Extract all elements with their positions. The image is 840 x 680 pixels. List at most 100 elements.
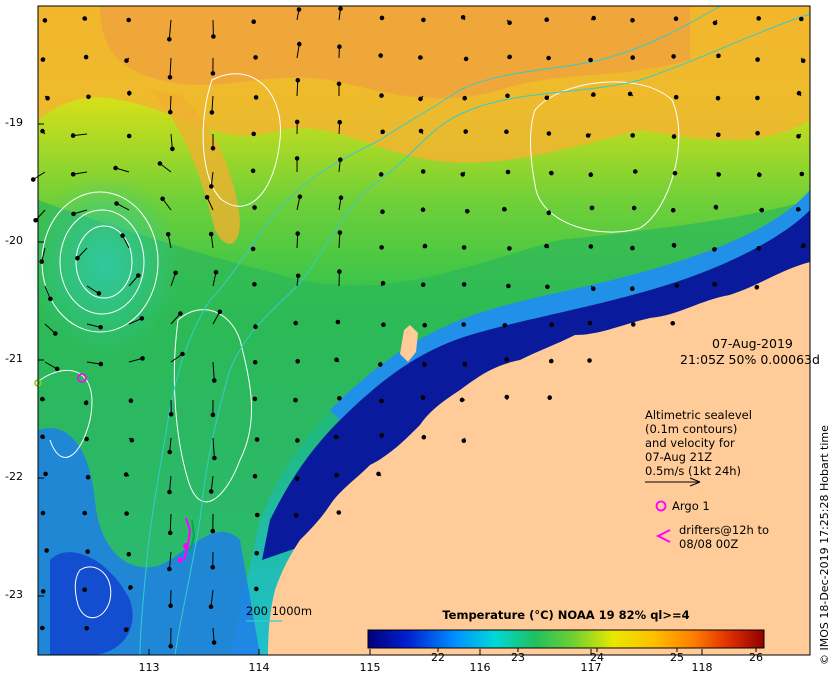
velocity-arrow-head: [418, 128, 424, 134]
velocity-arrow-head: [211, 34, 216, 39]
x-tick-label: 116: [469, 661, 491, 674]
velocity-arrow-head: [127, 90, 132, 96]
velocity-arrow-head: [549, 170, 554, 176]
velocity-arrow-head: [462, 361, 468, 367]
velocity-arrow-head: [294, 119, 300, 125]
legend-velocity-scale: 0.5m/s (1kt 24h): [645, 464, 742, 478]
velocity-arrow-head: [39, 625, 45, 631]
velocity-arrow-head: [507, 54, 513, 60]
velocity-arrow-head: [334, 357, 339, 363]
velocity-arrow-head: [713, 204, 719, 210]
velocity-arrow-head: [295, 231, 301, 236]
velocity-arrow-head: [716, 132, 721, 138]
velocity-arrow-head: [380, 129, 386, 135]
velocity-arrow-head: [40, 434, 45, 440]
velocity-arrow-head: [167, 566, 172, 572]
velocity-arrow-head: [507, 20, 512, 26]
velocity-arrow-head: [83, 400, 89, 406]
velocity-arrow-head: [334, 472, 339, 478]
drifter-point: [183, 543, 189, 549]
credit-text: © IMOS 18-Dec-2019 17:25:28 Hobart time: [818, 425, 831, 665]
velocity-arrow-head: [502, 206, 507, 212]
velocity-arrow-head: [379, 398, 384, 404]
y-tick-label: -21: [5, 352, 23, 365]
velocity-arrow-head: [120, 233, 125, 238]
velocity-arrow-head: [293, 397, 298, 403]
velocity-arrow-head: [799, 171, 805, 177]
velocity-arrow-head: [98, 325, 103, 330]
velocity-arrow-head: [756, 246, 762, 251]
velocity-arrow-head: [671, 134, 677, 139]
velocity-arrow-head: [380, 280, 386, 286]
velocity-arrow-head: [173, 270, 178, 276]
velocity-arrow-head: [70, 133, 76, 138]
velocity-arrow-head: [715, 95, 721, 101]
velocity-arrow-head: [40, 510, 46, 516]
legend-drifters-line1: drifters@12h to: [679, 523, 769, 537]
velocity-arrow-head: [43, 471, 48, 477]
velocity-arrow-head: [422, 243, 428, 249]
velocity-arrow-head: [217, 309, 223, 315]
velocity-arrow-head: [754, 285, 760, 290]
velocity-arrow-head: [209, 110, 215, 115]
velocity-arrow-head: [461, 245, 467, 250]
colorbar-title: Temperature (°C) NOAA 19 82% ql>=4: [442, 608, 690, 622]
velocity-arrow-head: [167, 37, 172, 42]
velocity-arrow-head: [673, 94, 679, 100]
velocity-arrow-head: [114, 201, 119, 206]
velocity-arrow-head: [128, 398, 134, 404]
velocity-arrow-head: [295, 273, 301, 279]
x-tick-label: 113: [138, 661, 160, 674]
velocity-arrow-head: [254, 512, 260, 518]
velocity-arrow-head: [591, 286, 596, 292]
velocity-arrow-head: [180, 351, 185, 357]
velocity-arrow-head: [504, 129, 509, 134]
velocity-arrow-head: [378, 53, 384, 58]
legend-argo-label: Argo 1: [672, 499, 710, 513]
velocity-arrow-head: [756, 16, 762, 21]
velocity-arrow-head: [631, 322, 636, 327]
velocity-arrow-head: [168, 603, 173, 609]
velocity-arrow-head: [254, 437, 260, 442]
velocity-arrow-head: [506, 283, 511, 289]
velocity-arrow-head: [293, 513, 299, 518]
velocity-arrow-head: [463, 56, 469, 62]
velocity-arrow-head: [420, 207, 426, 212]
velocity-arrow-head: [420, 395, 426, 400]
velocity-arrow-head: [336, 510, 342, 515]
x-tick-label: 118: [691, 661, 713, 674]
velocity-arrow-head: [549, 358, 554, 364]
velocity-arrow-head: [549, 322, 555, 328]
velocity-arrow-head: [251, 131, 256, 137]
y-tick-label: -22: [5, 470, 23, 483]
velocity-arrow-head: [253, 586, 259, 592]
velocity-arrow-head: [502, 323, 508, 328]
velocity-arrow-head: [422, 362, 427, 367]
velocity-arrow-head: [337, 44, 342, 50]
velocity-arrow-head: [338, 6, 343, 11]
velocity-arrow-head: [211, 640, 217, 645]
velocity-arrow-head: [461, 438, 467, 444]
velocity-arrow-head: [208, 604, 214, 610]
velocity-arrow-head: [337, 269, 342, 274]
velocity-arrow-head: [295, 359, 301, 364]
velocity-arrow-head: [337, 230, 343, 235]
velocity-arrow-head: [547, 395, 553, 400]
velocity-arrow-head: [170, 146, 175, 152]
x-tick-label: 115: [359, 661, 381, 674]
velocity-arrow-head: [420, 169, 426, 174]
velocity-arrow-head: [588, 172, 594, 178]
velocity-arrow-head: [800, 58, 806, 64]
velocity-arrow-head: [204, 195, 210, 200]
velocity-arrow-head: [44, 548, 50, 553]
velocity-arrow-head: [545, 284, 550, 290]
map-time: 21:05Z 50% 0.00063d: [680, 352, 820, 367]
velocity-arrow-head: [71, 211, 76, 217]
velocity-arrow-head: [460, 14, 466, 20]
velocity-arrow-head: [295, 78, 301, 83]
velocity-arrow-head: [755, 130, 760, 136]
velocity-arrow-head: [337, 396, 342, 401]
velocity-arrow-head: [167, 449, 172, 455]
velocity-arrow-head: [212, 378, 217, 383]
velocity-arrow-head: [84, 626, 89, 631]
